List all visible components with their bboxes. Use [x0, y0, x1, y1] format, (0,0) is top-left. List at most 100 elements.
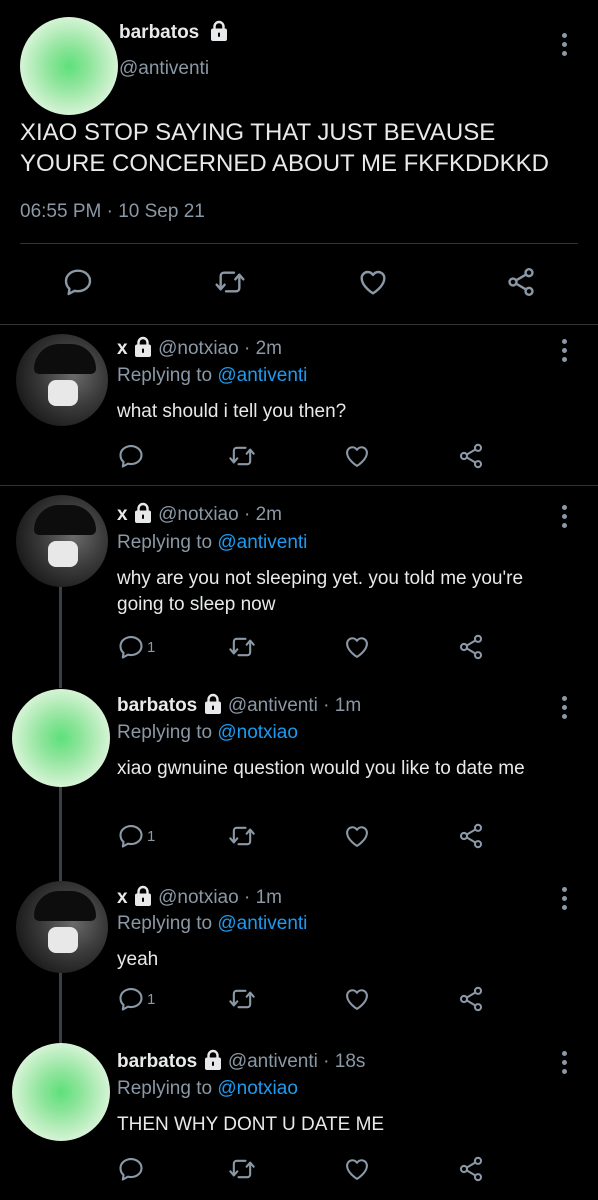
reply-display-name: x	[117, 504, 128, 525]
reply-icon	[117, 442, 145, 470]
share-button[interactable]	[457, 442, 485, 470]
avatar[interactable]	[16, 881, 108, 973]
reply-icon	[117, 1155, 145, 1183]
replying-to-link[interactable]: @notxiao	[217, 1078, 298, 1099]
more-options-icon[interactable]	[560, 339, 568, 366]
reply-button[interactable]	[117, 1155, 145, 1183]
reply-icon[interactable]	[62, 266, 94, 298]
reply-time: · 18s	[323, 1051, 366, 1072]
main-tweet: barbatos @antiventi XIAO STOP SAYING THA…	[0, 0, 598, 324]
reply-author-row: barbatos @antiventi · 18s	[117, 1051, 365, 1073]
replying-prefix: Replying to	[117, 365, 213, 386]
replying-to-link[interactable]: @antiventi	[217, 913, 307, 934]
replying-to: Replying to @antiventi	[117, 365, 307, 387]
avatar[interactable]	[16, 334, 108, 426]
action-bar	[0, 1155, 598, 1189]
reply-handle: @notxiao	[158, 504, 239, 525]
reply-text: yeah	[117, 949, 159, 970]
share-icon	[457, 822, 485, 850]
reply-text: xiao gwnuine question would you like to …	[117, 758, 525, 779]
reply-icon	[117, 985, 145, 1013]
share-button[interactable]	[457, 822, 485, 850]
retweet-icon	[228, 822, 256, 850]
action-bar	[0, 442, 598, 476]
avatar[interactable]	[12, 689, 110, 787]
replying-to-link[interactable]: @antiventi	[217, 365, 307, 386]
retweet-icon	[228, 633, 256, 661]
replying-to-link[interactable]: @antiventi	[217, 532, 307, 553]
like-icon	[343, 985, 371, 1013]
reply-time: · 1m	[243, 887, 282, 908]
lock-icon	[133, 885, 153, 907]
lock-icon	[203, 1049, 223, 1071]
more-options-icon[interactable]	[560, 696, 568, 723]
reply-handle: @notxiao	[158, 887, 239, 908]
retweet-icon[interactable]	[214, 266, 246, 298]
share-button[interactable]	[457, 1155, 485, 1183]
like-icon	[343, 822, 371, 850]
reply-time: · 1m	[323, 695, 362, 716]
share-icon	[457, 985, 485, 1013]
avatar[interactable]	[20, 17, 118, 115]
like-button[interactable]	[343, 985, 371, 1013]
like-icon	[343, 1155, 371, 1183]
reply-handle: @notxiao	[158, 338, 239, 359]
reply-count: 1	[147, 990, 156, 1008]
reply-text: THEN WHY DONT U DATE ME	[117, 1114, 385, 1135]
lock-icon	[133, 502, 153, 524]
retweet-button[interactable]	[228, 633, 256, 661]
reply-handle: @antiventi	[227, 1051, 318, 1072]
reply-button[interactable]: 1	[117, 985, 155, 1013]
replying-prefix: Replying to	[117, 913, 213, 934]
share-icon	[457, 1155, 485, 1183]
replying-to: Replying to @antiventi	[117, 913, 307, 935]
reply-tweet[interactable]: x @notxiao · 2m Replying to @antiventi w…	[0, 485, 598, 675]
like-button[interactable]	[343, 822, 371, 850]
reply-author-row: x @notxiao · 2m	[117, 504, 282, 526]
replying-to: Replying to @notxiao	[117, 1078, 298, 1100]
author-display-name: barbatos	[119, 22, 200, 43]
share-button[interactable]	[457, 633, 485, 661]
more-options-icon[interactable]	[560, 505, 568, 532]
reply-count: 1	[147, 827, 156, 845]
avatar[interactable]	[16, 495, 108, 587]
reply-tweet[interactable]: barbatos @antiventi · 1m Replying to @no…	[0, 675, 598, 865]
divider	[20, 243, 578, 244]
retweet-icon	[228, 985, 256, 1013]
more-options-icon[interactable]	[560, 33, 568, 60]
like-button[interactable]	[343, 1155, 371, 1183]
reply-tweet[interactable]: barbatos @antiventi · 18s Replying to @n…	[0, 1035, 598, 1200]
reply-tweet[interactable]: x @notxiao · 1m Replying to @antiventi y…	[0, 865, 598, 1035]
more-options-icon[interactable]	[560, 887, 568, 914]
retweet-button[interactable]	[228, 1155, 256, 1183]
replying-to-link[interactable]: @notxiao	[217, 722, 298, 743]
like-button[interactable]	[343, 442, 371, 470]
reply-button[interactable]: 1	[117, 822, 155, 850]
replying-prefix: Replying to	[117, 722, 213, 743]
share-icon[interactable]	[505, 266, 537, 298]
retweet-button[interactable]	[228, 442, 256, 470]
retweet-button[interactable]	[228, 985, 256, 1013]
tweet-timestamp: 06:55 PM · 10 Sep 21	[20, 201, 205, 222]
reply-time: · 2m	[243, 504, 282, 525]
retweet-button[interactable]	[228, 822, 256, 850]
author-name-row[interactable]: barbatos	[119, 22, 229, 44]
replying-to: Replying to @notxiao	[117, 722, 298, 744]
reply-tweet[interactable]: x @notxiao · 2m Replying to @antiventi w…	[0, 324, 598, 485]
action-bar: 1	[0, 985, 598, 1019]
like-icon	[343, 633, 371, 661]
share-icon	[457, 442, 485, 470]
reply-button[interactable]	[117, 442, 145, 470]
reply-display-name: x	[117, 887, 128, 908]
lock-icon	[133, 336, 153, 358]
reply-icon	[117, 633, 145, 661]
like-button[interactable]	[343, 633, 371, 661]
like-icon	[343, 442, 371, 470]
reply-author-row: x @notxiao · 2m	[117, 338, 282, 360]
reply-text: what should i tell you then?	[117, 401, 347, 422]
avatar[interactable]	[12, 1043, 110, 1141]
like-icon[interactable]	[357, 266, 389, 298]
more-options-icon[interactable]	[560, 1051, 568, 1078]
share-button[interactable]	[457, 985, 485, 1013]
reply-button[interactable]: 1	[117, 633, 155, 661]
